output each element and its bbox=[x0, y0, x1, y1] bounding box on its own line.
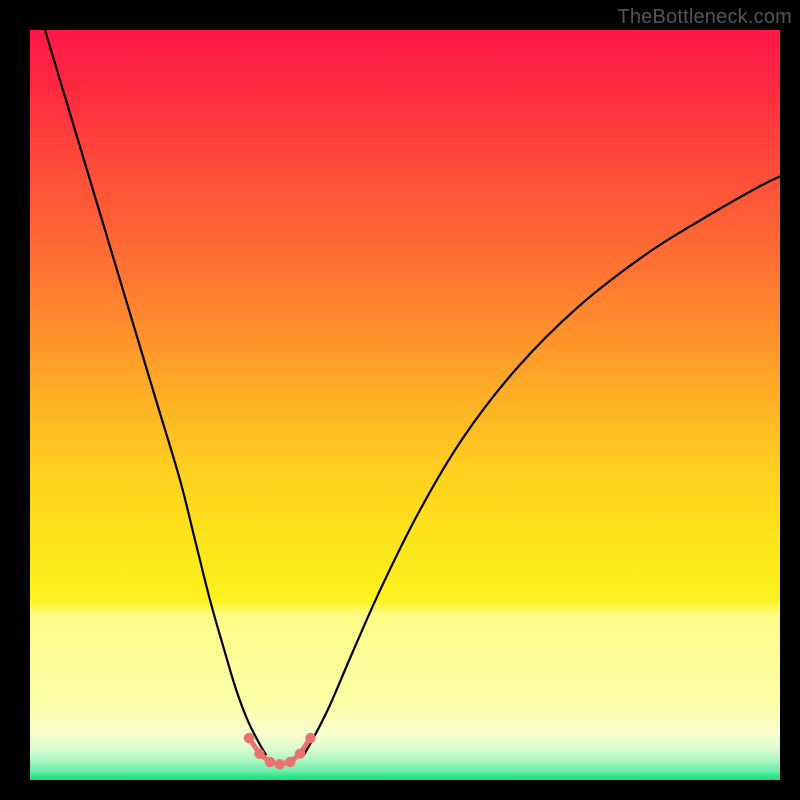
curve-overlay bbox=[30, 30, 780, 780]
curve-left-branch bbox=[45, 30, 266, 755]
curve-right-branch bbox=[304, 176, 780, 755]
trough-point bbox=[285, 757, 295, 767]
trough-point bbox=[254, 749, 264, 759]
trough-point bbox=[244, 733, 254, 743]
trough-point bbox=[265, 757, 275, 767]
trough-point bbox=[305, 733, 315, 743]
trough-point bbox=[275, 759, 285, 769]
watermark-text: TheBottleneck.com bbox=[617, 6, 792, 29]
trough-point bbox=[295, 749, 305, 759]
chart-stage: TheBottleneck.com bbox=[0, 0, 800, 800]
